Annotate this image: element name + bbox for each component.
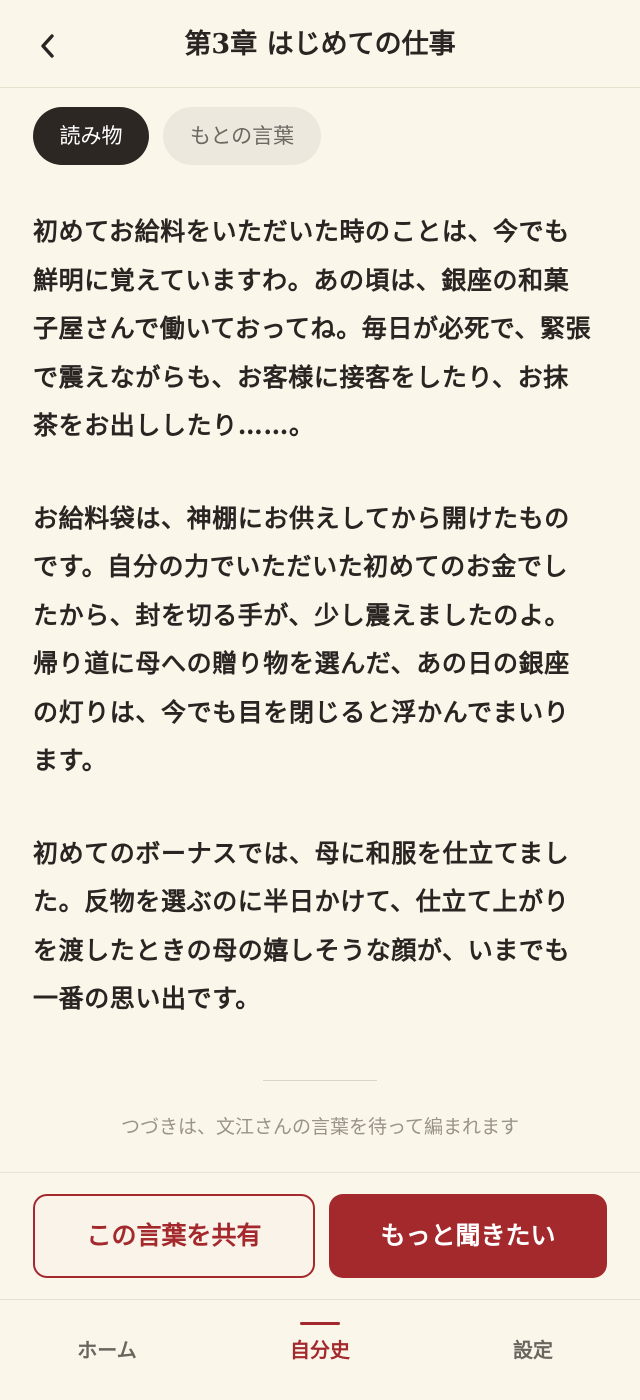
header-bar: 第3章 はじめての仕事 xyxy=(0,0,640,88)
story-body: 初めてお給料をいただいた時のことは、今でも鮮明に覚えていますわ。あの頃は、銀座の… xyxy=(33,208,593,1068)
hear-more-button[interactable]: もっと聞きたい xyxy=(329,1194,607,1278)
active-tab-indicator xyxy=(300,1322,340,1325)
back-button[interactable] xyxy=(22,20,74,72)
continuation-note: つづきは、文江さんの言葉を待って編まれます xyxy=(120,1116,520,1138)
nav-item-home[interactable]: ホーム xyxy=(7,1300,207,1386)
nav-item-autobiography[interactable]: 自分史 xyxy=(220,1300,420,1386)
share-button[interactable]: この言葉を共有 xyxy=(33,1194,315,1278)
action-bar: この言葉を共有 もっと聞きたい xyxy=(0,1172,640,1300)
page-title: 第3章 はじめての仕事 xyxy=(184,29,456,60)
nav-item-label: 設定 xyxy=(513,1338,553,1362)
view-tabs: 読み物 もとの言葉 xyxy=(33,107,321,165)
nav-item-settings[interactable]: 設定 xyxy=(433,1300,633,1386)
tab-original-words[interactable]: もとの言葉 xyxy=(163,107,321,165)
nav-item-label: 自分史 xyxy=(290,1338,350,1362)
story-paragraph: 初めてのボーナスでは、母に和服を仕立てました。反物を選ぶのに半日かけて、仕立て上… xyxy=(33,838,571,1014)
story-paragraph: 初めてお給料をいただいた時のことは、今でも鮮明に覚えていますわ。あの頃は、銀座の… xyxy=(33,217,592,440)
story-paragraph: お給料袋は、神棚にお供えしてから開けたものです。自分の力でいただいた初めてのお金… xyxy=(33,503,571,776)
section-divider xyxy=(263,1080,377,1081)
tab-reading[interactable]: 読み物 xyxy=(33,107,149,165)
nav-item-label: ホーム xyxy=(77,1338,137,1362)
chevron-left-icon xyxy=(41,34,54,58)
bottom-nav: ホーム 自分史 設定 xyxy=(0,1299,640,1385)
